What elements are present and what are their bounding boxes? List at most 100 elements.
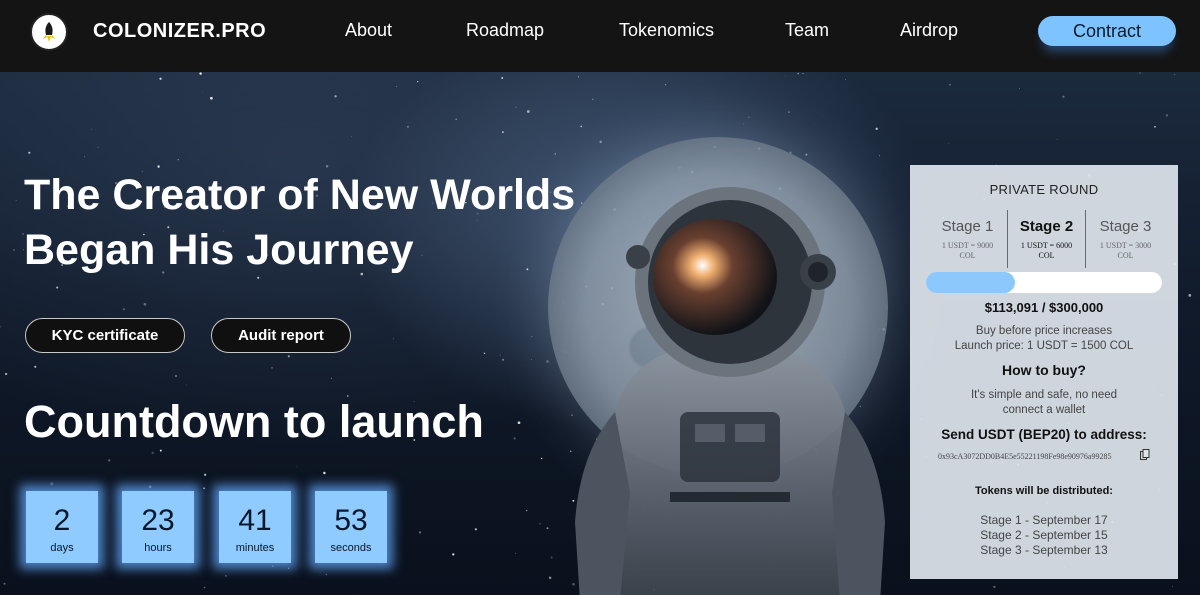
star	[143, 302, 147, 306]
star	[1165, 114, 1169, 117]
star	[949, 83, 951, 86]
star	[501, 77, 504, 79]
star	[844, 79, 846, 81]
countdown-minutes: 41 minutes	[219, 491, 291, 563]
countdown-minutes-label: minutes	[235, 542, 275, 554]
star	[748, 116, 750, 118]
private-round-panel: PRIVATE ROUND Stage 1 1 USDT = 9000 COL S…	[910, 165, 1178, 579]
star	[948, 143, 950, 144]
distribution-stage-3: Stage 3 - September 13	[980, 543, 1108, 557]
star	[56, 286, 59, 289]
contract-address[interactable]: 0x93cA3072DD0B4E5e55221198Fe98e90976a992…	[938, 452, 1111, 461]
star	[334, 95, 337, 98]
star	[295, 466, 297, 468]
stage-1: Stage 1 1 USDT = 9000 COL	[928, 210, 1007, 268]
star	[271, 366, 273, 369]
how-to-buy-title: How to buy?	[1002, 362, 1086, 378]
nav-airdrop[interactable]: Airdrop	[900, 20, 958, 41]
countdown-hours-value: 23	[141, 504, 175, 537]
countdown-seconds-value: 53	[334, 504, 368, 537]
star	[797, 72, 800, 75]
star	[743, 123, 744, 125]
countdown-hours: 23 hours	[122, 491, 194, 563]
distribution-list: Stage 1 - September 17 Stage 2 - Septemb…	[910, 513, 1178, 558]
star	[502, 358, 505, 361]
star	[1056, 139, 1058, 141]
star	[331, 377, 333, 379]
star	[0, 326, 1, 328]
star	[351, 136, 353, 138]
stage-2: Stage 2 1 USDT = 6000 COL	[1007, 210, 1086, 268]
nav-tokenomics[interactable]: Tokenomics	[619, 20, 714, 41]
star	[788, 111, 790, 113]
star	[159, 449, 162, 452]
nav-team[interactable]: Team	[785, 20, 829, 41]
star	[319, 571, 321, 573]
star	[148, 485, 152, 489]
hero-title-line-2: Began His Journey	[24, 226, 414, 274]
copy-icon[interactable]	[1140, 449, 1150, 460]
star	[202, 91, 203, 92]
sale-progress-bar	[926, 272, 1162, 293]
star	[1019, 87, 1020, 89]
star	[199, 72, 202, 75]
top-navbar: COLONIZER.PRO About Roadmap Tokenomics T…	[0, 0, 1200, 72]
star	[122, 308, 126, 311]
star	[84, 156, 85, 157]
star	[323, 471, 326, 475]
star	[483, 352, 486, 354]
stage-1-name: Stage 1	[941, 218, 994, 235]
star	[993, 585, 996, 589]
nav-roadmap[interactable]: Roadmap	[466, 20, 544, 41]
brand-name[interactable]: COLONIZER.PRO	[93, 20, 266, 43]
star	[177, 159, 179, 161]
star	[578, 76, 580, 78]
price-increase-note: Buy before price increases	[975, 325, 1113, 337]
star	[1062, 95, 1065, 98]
star	[225, 575, 227, 577]
star	[15, 199, 17, 201]
audit-report-button[interactable]: Audit report	[211, 318, 351, 353]
nav-about[interactable]: About	[345, 20, 392, 41]
star	[878, 155, 880, 157]
star	[3, 582, 6, 585]
stage-3-name: Stage 3	[1099, 218, 1152, 235]
star	[1171, 585, 1174, 588]
star	[4, 372, 8, 376]
stage-3-price-line-2: COL	[1117, 251, 1134, 260]
kyc-certificate-button[interactable]: KYC certificate	[25, 318, 185, 353]
star	[1188, 294, 1192, 297]
rocket-logo-icon[interactable]	[30, 13, 68, 51]
how-to-buy-line-2: connect a wallet	[1002, 404, 1086, 416]
stage-2-price: 1 USDT = 6000 COL	[1008, 241, 1085, 261]
how-to-buy-line-1: It's simple and safe, no need	[970, 389, 1118, 401]
star	[108, 459, 111, 462]
star	[526, 110, 530, 113]
contract-button[interactable]: Contract	[1038, 16, 1176, 46]
star	[554, 153, 557, 155]
star	[513, 437, 516, 440]
star	[474, 528, 477, 531]
stage-2-price-line-1: 1 USDT = 6000	[1020, 241, 1073, 250]
star	[288, 567, 290, 569]
star	[203, 586, 206, 589]
sale-progress-fill	[926, 272, 1015, 293]
star	[452, 553, 455, 556]
launch-price-note: Launch price: 1 USDT = 1500 COL	[954, 340, 1134, 352]
star	[1174, 74, 1176, 76]
star	[802, 72, 804, 75]
star	[12, 248, 16, 251]
star	[159, 77, 162, 80]
star	[418, 531, 422, 534]
star	[1139, 72, 1141, 74]
send-address-title: Send USDT (BEP20) to address:	[941, 427, 1147, 442]
star	[210, 96, 213, 100]
star	[501, 131, 504, 134]
star	[393, 338, 394, 340]
star	[28, 151, 31, 154]
star	[203, 473, 207, 476]
star	[91, 128, 92, 130]
stage-selector: Stage 1 1 USDT = 9000 COL Stage 2 1 USDT …	[928, 210, 1166, 268]
star	[396, 86, 398, 87]
stage-3-price-line-1: 1 USDT = 3000	[1099, 241, 1152, 250]
